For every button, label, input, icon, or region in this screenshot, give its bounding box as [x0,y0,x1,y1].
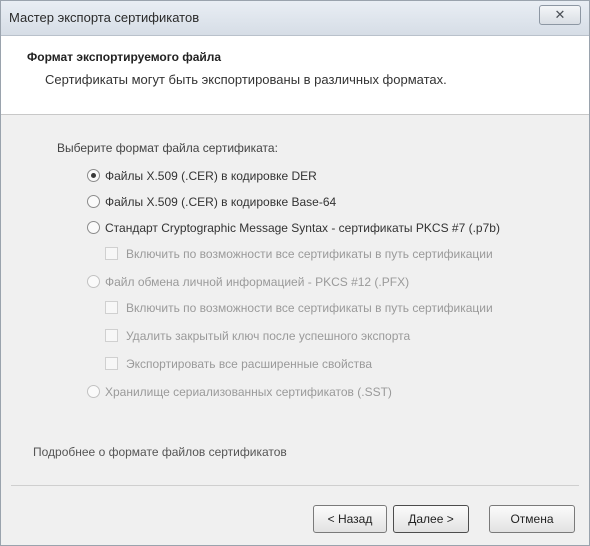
checkbox[interactable] [105,329,118,342]
help-link[interactable]: Подробнее о формате файлов сертификатов [33,445,287,459]
wizard-content: Выберите формат файла сертификата: Файлы… [1,115,589,481]
checkbox-pfx-delete-key-label: Удалить закрытый ключ после успешного эк… [126,329,411,343]
back-button[interactable]: < Назад [313,505,387,533]
radio-button[interactable] [87,221,100,234]
cancel-button[interactable]: Отмена [489,505,575,533]
footer-divider [11,485,579,486]
checkbox[interactable] [105,247,118,260]
window-title: Мастер экспорта сертификатов [9,10,200,25]
wizard-header: Формат экспортируемого файла Сертификаты… [1,36,589,115]
radio-base64[interactable]: Файлы X.509 (.CER) в кодировке Base-64 [87,195,336,209]
radio-pfx-label: Файл обмена личной информацией - PKCS #1… [105,275,410,289]
export-wizard-window: Мастер экспорта сертификатов ✕ Формат эк… [0,0,590,546]
checkbox-pfx-delete-key[interactable]: Удалить закрытый ключ после успешного эк… [105,329,410,343]
radio-base64-label: Файлы X.509 (.CER) в кодировке Base-64 [105,195,337,209]
radio-button[interactable] [87,275,100,288]
radio-button-selected[interactable] [87,169,100,182]
radio-sst[interactable]: Хранилище сериализованных сертификатов (… [87,385,392,399]
close-icon: ✕ [554,7,566,22]
format-prompt: Выберите формат файла сертификата: [57,141,278,155]
header-title: Формат экспортируемого файла [27,50,222,64]
checkbox-pfx-export-properties-label: Экспортировать все расширенные свойства [126,357,373,371]
radio-der[interactable]: Файлы X.509 (.CER) в кодировке DER [87,169,317,183]
header-description: Сертификаты могут быть экспортированы в … [45,72,447,87]
close-button[interactable]: ✕ [539,5,581,25]
checkbox-p7b-include-chain-label: Включить по возможности все сертификаты … [126,247,493,261]
checkbox[interactable] [105,301,118,314]
checkbox-p7b-include-chain[interactable]: Включить по возможности все сертификаты … [105,247,493,261]
checkbox-pfx-export-properties[interactable]: Экспортировать все расширенные свойства [105,357,372,371]
next-button[interactable]: Далее > [393,505,469,533]
radio-p7b[interactable]: Стандарт Cryptographic Message Syntax - … [87,221,500,235]
radio-p7b-label: Стандарт Cryptographic Message Syntax - … [105,221,500,235]
checkbox-pfx-include-chain-label: Включить по возможности все сертификаты … [126,301,493,315]
checkbox[interactable] [105,357,118,370]
radio-pfx[interactable]: Файл обмена личной информацией - PKCS #1… [87,275,409,289]
radio-sst-label: Хранилище сериализованных сертификатов (… [105,385,392,399]
title-bar: Мастер экспорта сертификатов ✕ [1,1,589,36]
radio-der-label: Файлы X.509 (.CER) в кодировке DER [105,169,317,183]
radio-button[interactable] [87,195,100,208]
checkbox-pfx-include-chain[interactable]: Включить по возможности все сертификаты … [105,301,493,315]
radio-button[interactable] [87,385,100,398]
